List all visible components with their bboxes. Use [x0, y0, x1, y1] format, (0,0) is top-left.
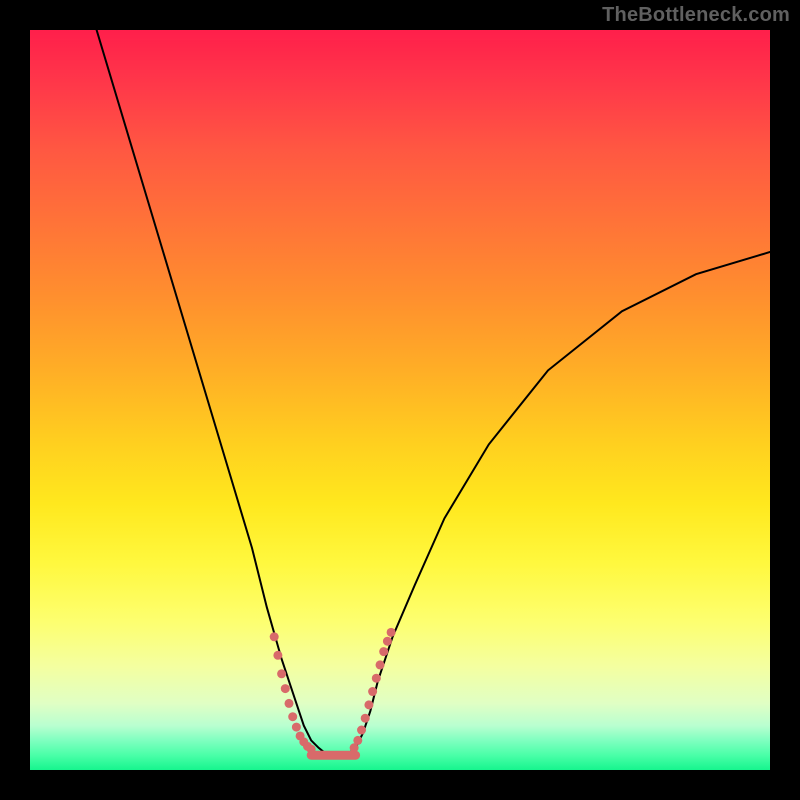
highlight-dot	[281, 684, 290, 693]
highlight-dot	[273, 651, 282, 660]
highlight-dot	[387, 628, 396, 637]
bottleneck-curve	[97, 30, 770, 755]
highlight-dot	[383, 637, 392, 646]
highlight-dot	[307, 745, 316, 754]
highlight-dot	[364, 700, 373, 709]
highlight-dot	[372, 674, 381, 683]
highlight-dot	[368, 687, 377, 696]
watermark-text: TheBottleneck.com	[602, 4, 790, 27]
highlight-dot	[379, 647, 388, 656]
plot-area	[30, 30, 770, 770]
chart-frame: TheBottleneck.com	[0, 0, 800, 800]
highlight-dot	[285, 699, 294, 708]
highlight-dot	[361, 714, 370, 723]
highlight-dot	[376, 660, 385, 669]
highlight-dot	[288, 712, 297, 721]
highlight-dot	[277, 669, 286, 678]
highlight-dot	[353, 736, 362, 745]
highlight-dot	[292, 723, 301, 732]
highlight-dot	[270, 632, 279, 641]
highlight-dot	[357, 726, 366, 735]
curve-svg	[30, 30, 770, 770]
